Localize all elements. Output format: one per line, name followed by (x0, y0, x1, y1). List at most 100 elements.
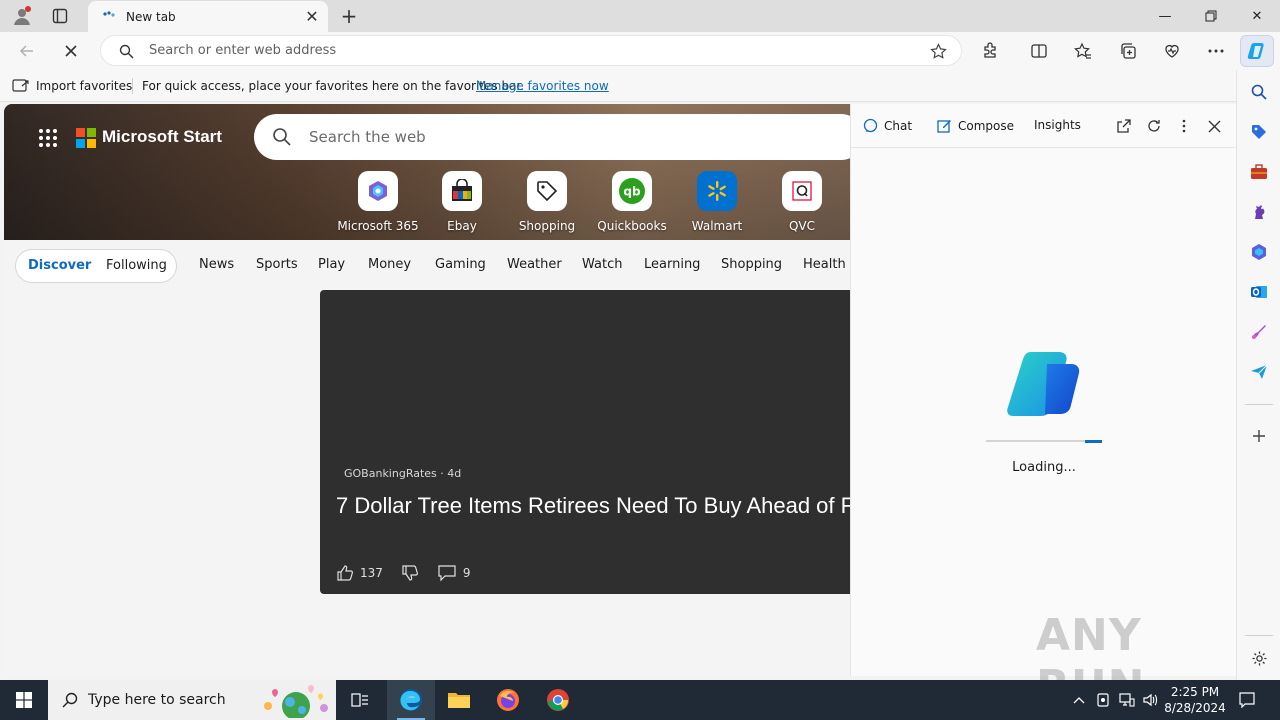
web-search-placeholder: Search the web (309, 128, 426, 146)
favorites-icon[interactable] (1068, 37, 1098, 65)
web-search-box[interactable]: Search the web (254, 114, 850, 160)
settings-and-more-icon[interactable] (1201, 37, 1231, 65)
browser-essentials-icon[interactable] (1157, 37, 1187, 65)
quick-link-quickbooks[interactable]: qb Quickbooks (587, 171, 677, 233)
volume-icon[interactable] (1142, 691, 1160, 709)
shopping-icon[interactable] (1249, 122, 1269, 142)
tab-insights[interactable]: Insights (1034, 118, 1081, 132)
tab-chat-label: Chat (884, 118, 913, 133)
task-view-button[interactable] (336, 680, 384, 720)
tools-icon[interactable] (1249, 162, 1269, 182)
more-options-icon[interactable] (1174, 116, 1194, 136)
sidebar-divider (1245, 404, 1273, 405)
taskbar-edge[interactable] (387, 680, 435, 720)
taskbar-file-explorer[interactable] (435, 680, 483, 720)
meet-now-icon[interactable] (1094, 691, 1112, 709)
windows-logo-icon (16, 692, 32, 708)
network-icon[interactable] (1118, 691, 1136, 709)
quick-link-shopping[interactable]: Shopping (502, 171, 592, 233)
quickbooks-icon: qb (619, 178, 645, 204)
search-icon (119, 44, 134, 59)
hero-banner: Microsoft Start Search the web Microsoft… (4, 104, 850, 240)
svg-text:qb: qb (623, 185, 641, 199)
tab-close-icon[interactable]: ✕ (300, 5, 324, 29)
start-button[interactable] (0, 680, 48, 720)
restore-button[interactable] (1188, 0, 1234, 32)
brand-title[interactable]: Microsoft Start (102, 127, 222, 147)
new-tab-button[interactable]: + (336, 3, 362, 29)
stop-loading-button[interactable] (56, 37, 86, 65)
like-icon[interactable] (336, 564, 354, 582)
address-bar[interactable]: Search or enter web address (100, 35, 962, 66)
profile-avatar-icon[interactable] (8, 4, 36, 28)
notifications-icon[interactable] (1238, 691, 1256, 709)
nav-gaming[interactable]: Gaming (435, 257, 486, 272)
close-window-button[interactable]: ✕ (1234, 0, 1280, 32)
tab-actions-icon[interactable] (46, 4, 74, 28)
nav-play[interactable]: Play (318, 257, 345, 272)
show-hidden-icons[interactable] (1070, 691, 1088, 709)
drop-icon[interactable] (1249, 362, 1269, 382)
tab-compose[interactable]: Compose (937, 118, 1014, 133)
outlook-icon[interactable] (1249, 282, 1269, 302)
favorite-star-icon[interactable] (930, 43, 947, 60)
quick-link-ebay[interactable]: Ebay (417, 171, 507, 233)
sidebar-search-icon[interactable] (1249, 82, 1269, 102)
minimize-button[interactable]: — (1142, 0, 1188, 32)
back-button[interactable] (12, 37, 42, 65)
refresh-icon[interactable] (1144, 116, 1164, 136)
manage-favorites-link[interactable]: Manage favorites now (476, 79, 609, 93)
nav-watch[interactable]: Watch (582, 257, 622, 272)
nav-health[interactable]: Health (803, 257, 846, 272)
app-launcher-icon[interactable] (36, 126, 60, 150)
task-view-icon (351, 693, 368, 707)
nav-sports[interactable]: Sports (256, 257, 298, 272)
microsoft-365-icon (369, 181, 387, 201)
nav-news[interactable]: News (199, 257, 234, 272)
clock[interactable]: 2:25 PM 8/28/2024 (1160, 684, 1230, 716)
copilot-pane: Chat Compose Insights Loading... (850, 104, 1237, 676)
games-icon[interactable] (1249, 202, 1269, 222)
nav-learning[interactable]: Learning (644, 257, 700, 272)
qvc-icon (792, 181, 812, 201)
extensions-icon[interactable] (976, 37, 1006, 65)
dislike-icon[interactable] (401, 564, 419, 582)
taskbar-firefox[interactable] (484, 680, 532, 720)
address-placeholder: Search or enter web address (149, 43, 337, 58)
news-card[interactable]: GOBankingRates · 4d 7 Dollar Tree Items … (320, 290, 850, 594)
copilot-button[interactable] (1240, 35, 1274, 67)
import-favorites-button[interactable]: Import favorites (12, 78, 132, 94)
tab-following[interactable]: Following (106, 258, 167, 273)
nav-shopping[interactable]: Shopping (721, 257, 782, 272)
comment-icon[interactable] (437, 564, 457, 582)
collections-icon[interactable] (1113, 37, 1143, 65)
quick-link-label: Quickbooks (597, 219, 667, 233)
loading-progress-fill (1084, 440, 1102, 443)
open-in-new-tab-icon[interactable] (1114, 116, 1134, 136)
sidebar-divider (1245, 635, 1273, 636)
quick-link-label: Microsoft 365 (337, 219, 419, 233)
quick-link-label: Walmart (691, 219, 743, 233)
designer-icon[interactable] (1249, 322, 1269, 342)
tab-discover[interactable]: Discover (28, 258, 91, 273)
nav-money[interactable]: Money (368, 257, 411, 272)
tab-chat[interactable]: Chat (863, 118, 912, 133)
split-screen-icon[interactable] (1024, 37, 1054, 65)
sidebar-settings-icon[interactable] (1249, 648, 1269, 668)
taskbar-chrome[interactable] (534, 680, 582, 720)
close-pane-icon[interactable] (1204, 116, 1224, 136)
nav-weather[interactable]: Weather (507, 257, 562, 272)
title-bar: New tab ✕ + — ✕ (0, 0, 1280, 32)
microsoft-365-sidebar-icon[interactable] (1249, 242, 1269, 262)
edge-icon (400, 689, 422, 711)
favorites-divider (132, 78, 133, 94)
quick-link-walmart[interactable]: Walmart (672, 171, 762, 233)
loading-progress-bar (986, 440, 1102, 443)
quick-link-microsoft-365[interactable]: Microsoft 365 (333, 171, 423, 233)
taskbar-search-box[interactable]: Type here to search (48, 680, 336, 720)
card-headline[interactable]: 7 Dollar Tree Items Retirees Need To Buy… (336, 490, 850, 522)
tab-new-tab[interactable]: New tab ✕ (88, 1, 328, 32)
chat-icon (863, 118, 878, 133)
add-sidebar-app-icon[interactable] (1249, 426, 1269, 446)
quick-link-qvc[interactable]: QVC (757, 171, 847, 233)
